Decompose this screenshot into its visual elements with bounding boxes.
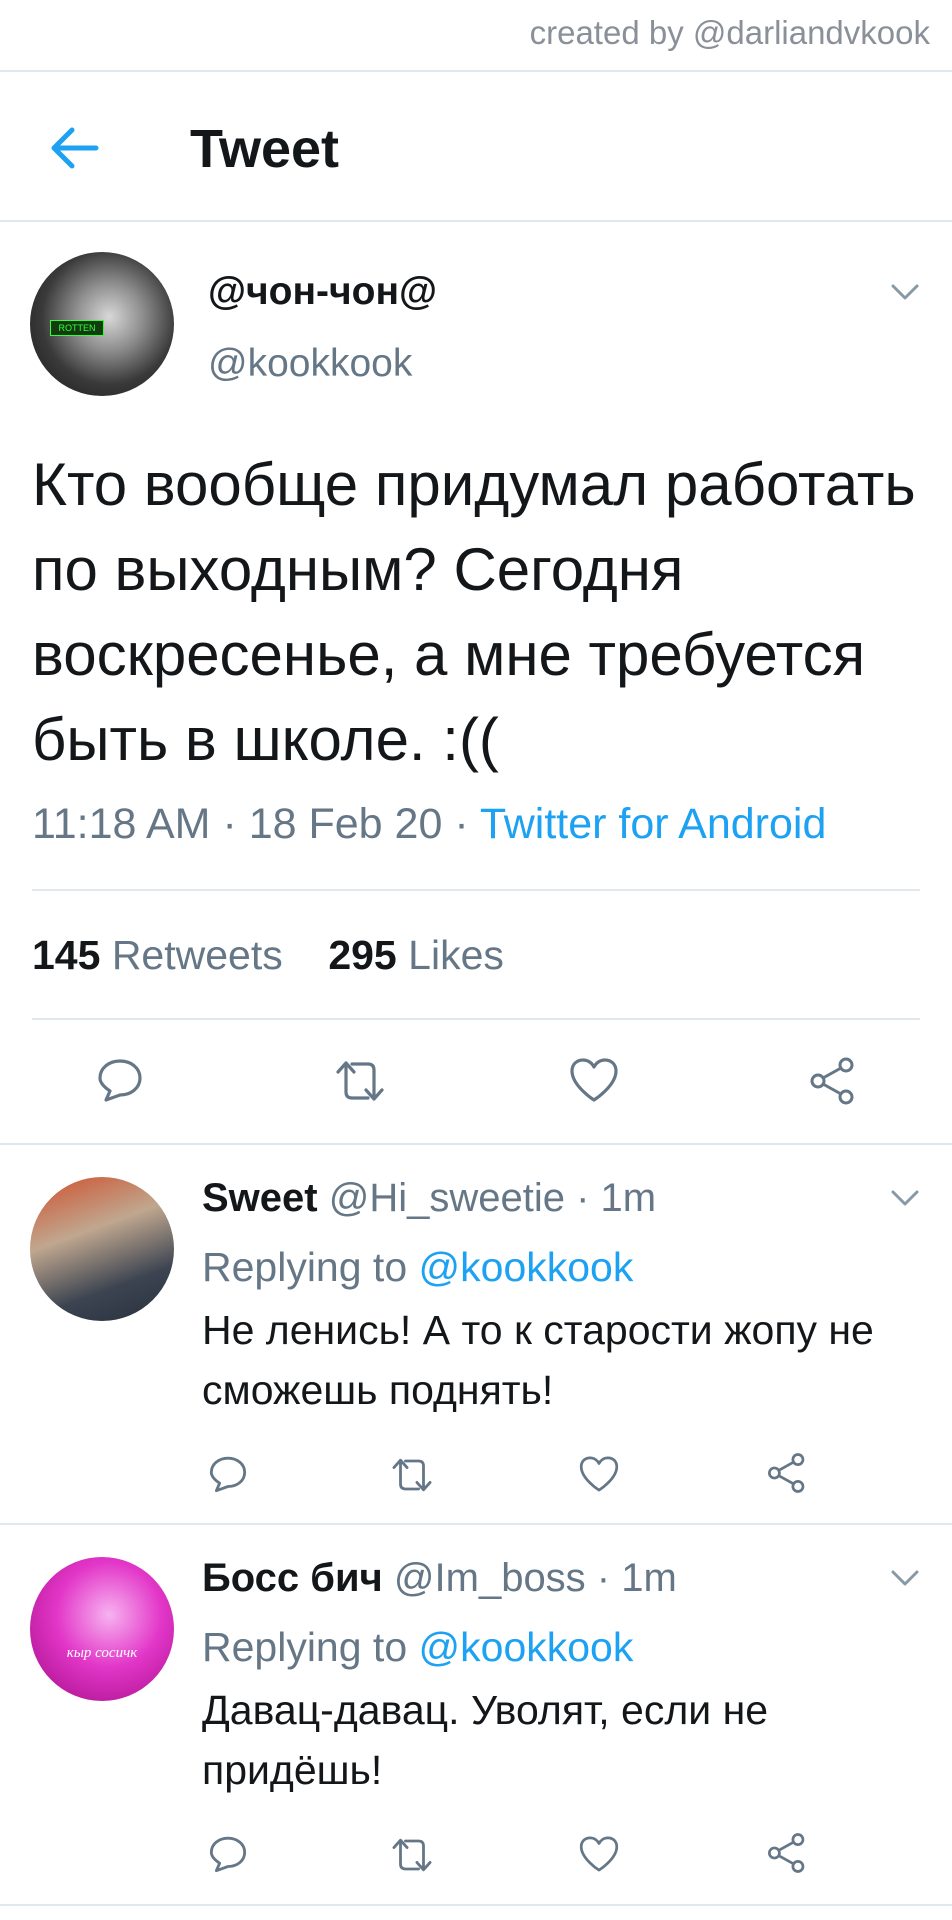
reply-text: Давац-давац. Уволят, если не придёшь! — [202, 1687, 769, 1793]
meta-separator: · — [442, 800, 480, 848]
replying-label: Replying to — [202, 1244, 419, 1290]
bottom-divider — [0, 1904, 952, 1906]
reply-author-name[interactable]: Sweet — [202, 1176, 318, 1220]
retweet-icon[interactable] — [332, 1058, 388, 1104]
watermark: created by @darliandvkook — [529, 14, 930, 51]
stats-divider-top — [32, 889, 920, 891]
replying-to: Replying to @kookkook — [202, 1244, 633, 1291]
tweet-date: 18 Feb 20 — [248, 800, 443, 848]
reply-icon[interactable] — [208, 1834, 248, 1874]
reply-header: Босс бич @Im_boss · 1m — [202, 1556, 677, 1601]
share-icon[interactable] — [808, 1056, 858, 1106]
reply-avatar[interactable] — [30, 1177, 174, 1321]
reply-divider — [0, 1143, 952, 1145]
like-icon[interactable] — [568, 1056, 620, 1104]
chevron-down-icon[interactable] — [890, 1188, 920, 1208]
chevron-down-icon[interactable] — [890, 282, 920, 302]
header-divider — [0, 220, 952, 222]
replying-label: Replying to — [202, 1624, 419, 1670]
replying-to-link[interactable]: @kookkook — [419, 1244, 634, 1290]
reply-author-handle[interactable]: @Hi_sweetie — [329, 1176, 565, 1220]
tweet-meta: 11:18 AM · 18 Feb 20 · Twitter for Andro… — [32, 800, 826, 849]
replying-to: Replying to @kookkook — [202, 1624, 633, 1671]
reply-avatar[interactable]: кыр сосичк — [30, 1557, 174, 1701]
retweets-count[interactable]: 145 — [32, 932, 100, 978]
reply-time: · 1m — [564, 1176, 657, 1220]
avatar-badge: ROTTEN — [50, 320, 104, 336]
retweets-label[interactable]: Retweets — [112, 932, 283, 978]
reply-icon[interactable] — [208, 1454, 248, 1494]
likes-label[interactable]: Likes — [408, 932, 504, 978]
meta-separator: · — [210, 800, 249, 848]
replying-to-link[interactable]: @kookkook — [419, 1624, 634, 1670]
retweet-icon[interactable] — [389, 1836, 435, 1874]
chevron-down-icon[interactable] — [890, 1568, 920, 1588]
tweet-stats: 145 Retweets 295 Likes — [32, 932, 504, 979]
avatar[interactable]: ROTTEN — [30, 252, 174, 396]
share-icon[interactable] — [766, 1452, 808, 1494]
tweet-source-link[interactable]: Twitter for Android — [480, 800, 827, 848]
page-title: Tweet — [190, 119, 340, 179]
tweet-time: 11:18 AM — [32, 800, 211, 848]
reply-time: · 1m — [585, 1556, 677, 1600]
reply-author-name[interactable]: Босс бич — [202, 1556, 383, 1600]
author-name[interactable]: @чон-чон@ — [208, 270, 437, 314]
reply-text: Не ленись! А то к старости жопу не сможе… — [202, 1307, 874, 1413]
reply-header: Sweet @Hi_sweetie · 1m — [202, 1176, 656, 1221]
tweet-text: Кто вообще придумал работать по выходным… — [32, 451, 916, 773]
like-icon[interactable] — [578, 1834, 620, 1874]
author-handle[interactable]: @kookkook — [208, 342, 412, 386]
avatar-caption: кыр сосичк — [66, 1645, 138, 1661]
reply-author-handle[interactable]: @Im_boss — [394, 1556, 586, 1600]
likes-count[interactable]: 295 — [328, 932, 396, 978]
reply-icon[interactable] — [96, 1056, 144, 1104]
back-arrow-icon[interactable] — [46, 124, 102, 172]
share-icon[interactable] — [766, 1832, 808, 1874]
like-icon[interactable] — [578, 1454, 620, 1494]
reply-divider — [0, 1523, 952, 1525]
stats-divider-bottom — [32, 1018, 920, 1020]
retweet-icon[interactable] — [389, 1456, 435, 1494]
top-divider — [0, 70, 952, 72]
